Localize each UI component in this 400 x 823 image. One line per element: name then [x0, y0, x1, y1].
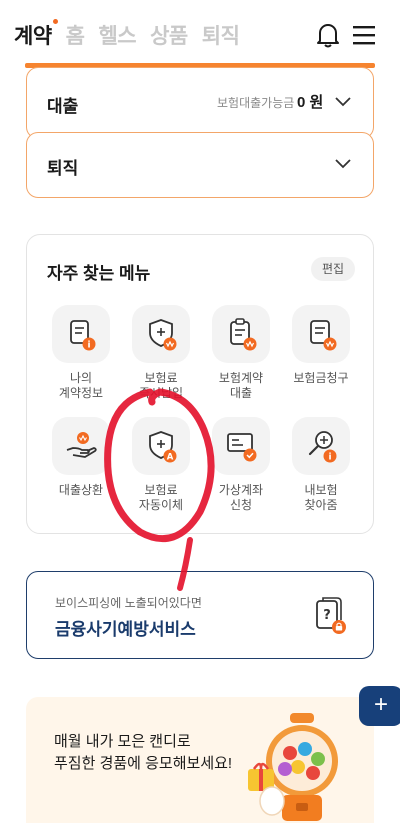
hamburger-menu-icon[interactable] [352, 24, 376, 46]
menu-item-premium-instant-pay[interactable]: 보험료 즉시납입 [121, 305, 201, 401]
retirement-card[interactable]: 퇴직 [26, 132, 374, 198]
fraud-prevention-title: 금융사기예방서비스 [55, 620, 196, 639]
menu-item-label: 나의 계약정보 [58, 371, 104, 400]
menu-item-label: 보험료 자동이체 [138, 483, 184, 512]
loan-title: 대출 [47, 97, 79, 116]
virtual-account-icon [212, 417, 270, 475]
tab-products[interactable]: 상품 [150, 20, 188, 50]
menu-item-policy-loan[interactable]: 보험계약 대출 [201, 305, 281, 401]
retirement-title: 퇴직 [47, 159, 79, 178]
loan-amount: 0 원 [297, 94, 324, 111]
auto-transfer-icon: A [132, 417, 190, 475]
svg-text:?: ? [323, 608, 331, 623]
candy-event-banner[interactable]: 매월 내가 모은 캔디로 푸짐한 경품에 응모해보세요! [26, 697, 374, 823]
contract-info-icon: i [52, 305, 110, 363]
chevron-down-icon[interactable] [335, 97, 351, 107]
bell-icon[interactable] [316, 22, 340, 48]
menu-item-label: 보험금청구 [293, 371, 349, 385]
candy-event-text: 매월 내가 모은 캔디로 푸짐한 경품에 응모해보세요! [54, 733, 233, 772]
tab-health[interactable]: 헬스 [98, 20, 136, 50]
menu-item-find-insurance[interactable]: i 내보험 찾아줌 [281, 417, 361, 513]
menu-item-label: 보험료 즉시납입 [138, 371, 184, 400]
menu-item-virtual-account[interactable]: 가상계좌 신청 [201, 417, 281, 513]
loan-available-label: 보험대출가능금 [217, 96, 295, 110]
find-insurance-icon: i [292, 417, 350, 475]
svg-text:i: i [328, 453, 331, 463]
menu-item-contract-info[interactable]: i 나의 계약정보 [41, 305, 121, 401]
menu-item-label: 보험계약 대출 [218, 371, 264, 400]
gumball-machine-icon [248, 713, 338, 821]
top-nav: 계약 홈 헬스 상품 퇴직 [14, 19, 240, 50]
fraud-prevention-banner[interactable]: 보이스피싱에 노출되어있다면 금융사기예방서비스 ? [26, 571, 374, 659]
tab-retirement[interactable]: 퇴직 [202, 20, 240, 50]
menu-item-label: 가상계좌 신청 [218, 483, 264, 512]
fraud-prevention-subtitle: 보이스피싱에 노출되어있다면 [55, 596, 202, 610]
policy-loan-icon [212, 305, 270, 363]
frequent-menu-card: 자주 찾는 메뉴 편집 i 나의 계약정보 보험료 즉시납입 보험계약 대출 보… [26, 234, 374, 534]
phone-lock-icon: ? [316, 597, 346, 634]
chevron-down-icon[interactable] [335, 159, 351, 169]
app-header: 계약 홈 헬스 상품 퇴직 [0, 0, 400, 66]
svg-text:A: A [167, 452, 174, 462]
frequent-menu-title: 자주 찾는 메뉴 [47, 264, 151, 283]
tab-home[interactable]: 홈 [66, 20, 85, 50]
svg-text:i: i [87, 341, 90, 351]
tab-contract-label: 계약 [14, 25, 52, 48]
menu-item-claim[interactable]: 보험금청구 [281, 305, 361, 386]
floating-add-button[interactable]: + [359, 686, 400, 726]
loan-card[interactable]: 대출 보험대출가능금 0 원 [26, 67, 374, 139]
tab-contract[interactable]: 계약 [14, 19, 58, 50]
menu-item-label: 내보험 찾아줌 [304, 483, 338, 512]
active-dot [52, 19, 58, 24]
claim-icon [292, 305, 350, 363]
menu-item-loan-repay[interactable]: 대출상환 [41, 417, 121, 498]
edit-button[interactable]: 편집 [311, 257, 355, 281]
menu-item-label: 대출상환 [58, 483, 104, 497]
menu-item-auto-transfer[interactable]: A 보험료 자동이체 [121, 417, 201, 513]
premium-instant-pay-icon [132, 305, 190, 363]
loan-repay-icon [52, 417, 110, 475]
